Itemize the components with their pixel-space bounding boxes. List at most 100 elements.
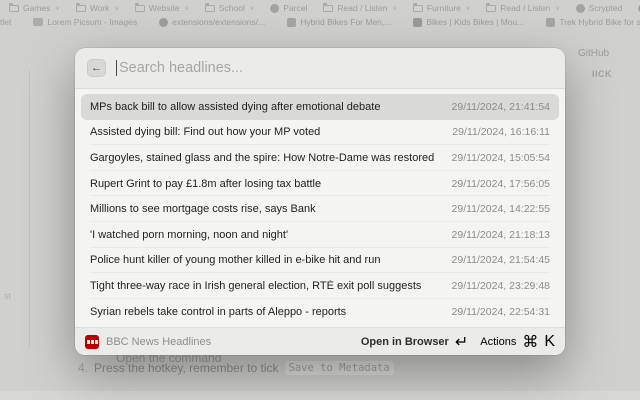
headline-list: MPs back bill to allow assisted dying af…: [75, 89, 565, 327]
bookmark-label: Read / Listen: [337, 3, 387, 13]
folder-icon: [76, 5, 86, 12]
page-text-fragment: st: [4, 291, 11, 301]
folder-icon: [205, 5, 215, 12]
bookmark-folder[interactable]: Parcel: [270, 3, 307, 13]
headline-timestamp: 29/11/2024, 22:54:31: [452, 306, 550, 318]
k-key-icon: K: [544, 333, 555, 351]
headline-timestamp: 29/11/2024, 21:41:54: [452, 101, 550, 113]
folder-icon: [576, 4, 585, 13]
headline-row[interactable]: Tight three-way race in Irish general el…: [81, 273, 559, 299]
favicon-icon: [33, 18, 43, 26]
back-button[interactable]: ←: [87, 59, 106, 77]
headline-timestamp: 29/11/2024, 21:18:13: [452, 229, 550, 241]
bookmark-label: Trek Hybrid Bike for sal...: [559, 17, 640, 27]
bookmarks-bar: Games ∨ Work ∨ Website ∨ School ∨: [0, 2, 640, 14]
headline-timestamp: 29/11/2024, 15:05:54: [452, 152, 550, 164]
bookmark-label: Lorem Picsum - Images: [47, 17, 137, 27]
chevron-down-icon: ∨: [466, 5, 470, 12]
bookmark-label: Parcel: [283, 3, 307, 13]
bookmark-label: extensions/extensions/...: [172, 17, 265, 27]
bookmark-folder[interactable]: Read / Listen ∨: [486, 3, 560, 13]
instruction-step-4: 4. Press the hotkey, remember to tick Sa…: [78, 361, 394, 375]
enter-key-icon: ↵: [455, 332, 468, 352]
launcher-window: ← MPs back bill to allow assisted dying …: [75, 48, 565, 355]
bookmark-folder[interactable]: School ∨: [205, 3, 254, 13]
folder-icon: [270, 4, 279, 13]
bookmark-folder[interactable]: Games ∨: [9, 3, 60, 13]
folder-icon: [486, 5, 496, 12]
bookmark-label: Furniture: [427, 3, 461, 13]
bookmark-item[interactable]: Bikes | Kids Bikes | Mou...: [413, 17, 524, 27]
bbc-logo-icon: [85, 335, 99, 349]
actions-button[interactable]: Actions: [480, 336, 516, 348]
headline-title: Tight three-way race in Irish general el…: [90, 280, 421, 292]
bookmark-item[interactable]: Lorem Picsum - Images: [33, 17, 137, 27]
bookmark-folder[interactable]: Scrypted: [576, 3, 623, 13]
favicon-icon: [546, 18, 555, 27]
search-header: ←: [75, 48, 565, 88]
headline-title: 'I watched porn morning, noon and night': [90, 229, 288, 241]
bookmark-folder[interactable]: Furniture ∨: [413, 3, 470, 13]
bookmark-item[interactable]: tlet: [0, 17, 11, 27]
bookmark-item[interactable]: extensions/extensions/...: [159, 17, 265, 27]
bookmark-label: Website: [149, 3, 180, 13]
chevron-down-icon: ∨: [250, 5, 254, 12]
github-link[interactable]: GitHub: [578, 48, 609, 59]
headline-timestamp: 29/11/2024, 14:22:55: [452, 203, 550, 215]
headline-title: Rupert Grint to pay £1.8m after losing t…: [90, 178, 321, 190]
bookmark-label: Read / Listen: [500, 3, 550, 13]
headline-timestamp: 29/11/2024, 16:16:11: [452, 126, 550, 138]
bookmark-label: School: [219, 3, 245, 13]
headline-row[interactable]: 'I watched porn morning, noon and night'…: [81, 222, 559, 248]
step-code: Save to Metadata: [285, 361, 394, 375]
bookmark-folder[interactable]: Website ∨: [135, 3, 189, 13]
favicon-icon: [287, 18, 296, 27]
page-heading-fragment: IICK: [592, 69, 612, 79]
launcher-footer: BBC News Headlines Open in Browser ↵ Act…: [75, 327, 565, 355]
search-wrap: [116, 60, 553, 76]
chevron-down-icon: ∨: [115, 5, 119, 12]
headline-timestamp: 29/11/2024, 17:56:05: [452, 178, 550, 190]
headline-timestamp: 29/11/2024, 23:29:48: [452, 280, 550, 292]
headline-title: Millions to see mortgage costs rise, say…: [90, 203, 316, 215]
headline-row[interactable]: Police hunt killer of young mother kille…: [81, 248, 559, 274]
back-arrow-icon: ←: [91, 62, 102, 74]
folder-icon: [135, 5, 145, 12]
bookmark-label: Work: [90, 3, 110, 13]
source-label: BBC News Headlines: [106, 336, 211, 348]
bookmark-folder[interactable]: Work ∨: [76, 3, 119, 13]
headline-title: Assisted dying bill: Find out how your M…: [90, 126, 320, 138]
bookmark-label: Games: [23, 3, 50, 13]
headline-timestamp: 29/11/2024, 21:54:45: [452, 254, 550, 266]
bookmark-label: Bikes | Kids Bikes | Mou...: [426, 17, 524, 27]
search-input[interactable]: [119, 60, 553, 76]
headline-row[interactable]: Rupert Grint to pay £1.8m after losing t…: [81, 171, 559, 197]
folder-icon: [413, 5, 423, 12]
headline-row[interactable]: Assisted dying bill: Find out how your M…: [81, 120, 559, 146]
step-text: Press the hotkey, remember to tick: [94, 361, 279, 375]
bookmark-item[interactable]: Trek Hybrid Bike for sal...: [546, 17, 640, 27]
bookmark-label: Scrypted: [589, 3, 623, 13]
headline-title: Police hunt killer of young mother kille…: [90, 254, 380, 266]
bookmarks-bar-row2: tlet Lorem Picsum - Images extensions/ex…: [0, 16, 640, 28]
bookmark-item[interactable]: Hybrid Bikes For Men,...: [287, 17, 391, 27]
step-number: 4.: [78, 361, 88, 375]
chevron-down-icon: ∨: [555, 5, 559, 12]
footer-actions: Open in Browser ↵ Actions ⌘ K: [361, 332, 555, 352]
headline-title: Gargoyles, stained glass and the spire: …: [90, 152, 434, 164]
chevron-down-icon: ∨: [184, 5, 188, 12]
page-bottom-strip: [0, 391, 640, 400]
headline-row[interactable]: MPs back bill to allow assisted dying af…: [81, 94, 559, 120]
sidebar-divider: [29, 70, 30, 348]
bookmark-folder[interactable]: Read / Listen ∨: [323, 3, 397, 13]
favicon-icon: [159, 18, 168, 27]
headline-title: MPs back bill to allow assisted dying af…: [90, 101, 380, 113]
bookmark-label: Hybrid Bikes For Men,...: [300, 17, 391, 27]
bookmark-label: tlet: [0, 17, 11, 27]
headline-row[interactable]: Syrian rebels take control in parts of A…: [81, 299, 559, 325]
cmd-key-icon: ⌘: [522, 332, 538, 352]
text-caret: [116, 60, 117, 76]
open-in-browser-button[interactable]: Open in Browser: [361, 336, 449, 348]
headline-row[interactable]: Gargoyles, stained glass and the spire: …: [81, 145, 559, 171]
headline-row[interactable]: Millions to see mortgage costs rise, say…: [81, 196, 559, 222]
